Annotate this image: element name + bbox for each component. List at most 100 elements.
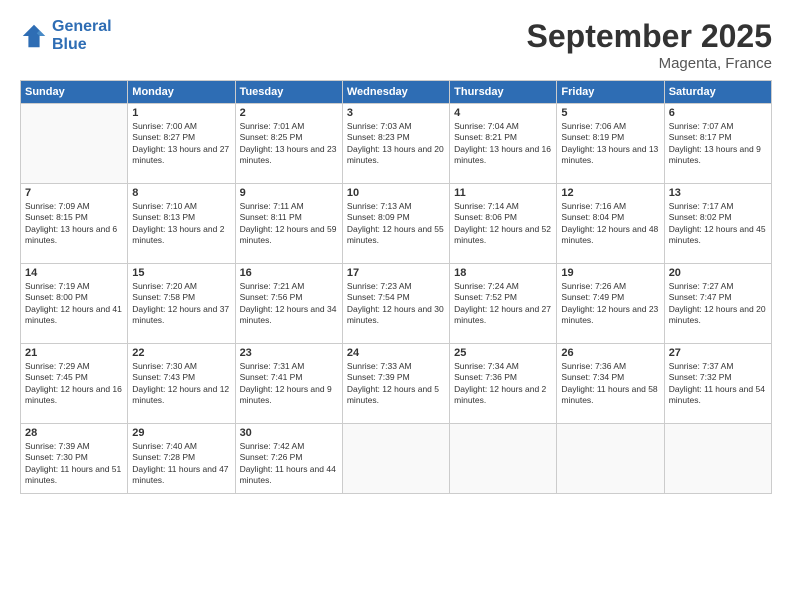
day-number: 25 xyxy=(454,347,552,359)
calendar-cell: 14 Sunrise: 7:19 AMSunset: 8:00 PMDayligh… xyxy=(21,264,128,344)
week-row-5: 28 Sunrise: 7:39 AMSunset: 7:30 PMDayligh… xyxy=(21,424,772,494)
weekday-header-wednesday: Wednesday xyxy=(342,81,449,104)
cell-info: Sunrise: 7:34 AMSunset: 7:36 PMDaylight:… xyxy=(454,361,552,407)
cell-info: Sunrise: 7:29 AMSunset: 7:45 PMDaylight:… xyxy=(25,361,123,407)
calendar-cell: 19Sunrise: 7:26 AMSunset: 7:49 PMDayligh… xyxy=(557,264,664,344)
day-number: 26 xyxy=(561,347,659,359)
week-row-3: 14 Sunrise: 7:19 AMSunset: 8:00 PMDayligh… xyxy=(21,264,772,344)
cell-info: Sunrise: 7:11 AMSunset: 8:11 PMDaylight:… xyxy=(240,201,338,247)
calendar-cell: 1 Sunrise: 7:00 AMSunset: 8:27 PMDaylight… xyxy=(128,104,235,184)
cell-info: Sunrise: 7:27 AMSunset: 7:47 PMDaylight:… xyxy=(669,281,767,327)
weekday-header-row: SundayMondayTuesdayWednesdayThursdayFrid… xyxy=(21,81,772,104)
cell-info: Sunrise: 7:31 AMSunset: 7:41 PMDaylight:… xyxy=(240,361,338,407)
title-block: September 2025 Magenta, France xyxy=(527,18,772,72)
day-number: 27 xyxy=(669,347,767,359)
logo-icon xyxy=(20,22,48,50)
calendar-cell: 20 Sunrise: 7:27 AMSunset: 7:47 PMDayligh… xyxy=(664,264,771,344)
day-number: 18 xyxy=(454,267,552,279)
day-number: 5 xyxy=(561,107,659,119)
day-number: 23 xyxy=(240,347,338,359)
logo: General Blue xyxy=(20,18,112,53)
day-number: 19 xyxy=(561,267,659,279)
day-number: 22 xyxy=(132,347,230,359)
cell-info: Sunrise: 7:33 AMSunset: 7:39 PMDaylight:… xyxy=(347,361,445,407)
weekday-header-tuesday: Tuesday xyxy=(235,81,342,104)
day-number: 28 xyxy=(25,427,123,439)
day-number: 11 xyxy=(454,187,552,199)
calendar-cell xyxy=(450,424,557,494)
day-number: 24 xyxy=(347,347,445,359)
calendar-cell: 6Sunrise: 7:07 AMSunset: 8:17 PMDaylight… xyxy=(664,104,771,184)
weekday-header-monday: Monday xyxy=(128,81,235,104)
day-number: 1 xyxy=(132,107,230,119)
calendar-cell: 7 Sunrise: 7:09 AMSunset: 8:15 PMDaylight… xyxy=(21,184,128,264)
logo-text: General Blue xyxy=(52,18,112,53)
cell-info: Sunrise: 7:07 AMSunset: 8:17 PMDaylight:… xyxy=(669,121,767,167)
calendar-cell xyxy=(557,424,664,494)
cell-info: Sunrise: 7:30 AMSunset: 7:43 PMDaylight:… xyxy=(132,361,230,407)
calendar-cell: 3Sunrise: 7:03 AMSunset: 8:23 PMDaylight… xyxy=(342,104,449,184)
cell-info: Sunrise: 7:10 AMSunset: 8:13 PMDaylight:… xyxy=(132,201,230,247)
calendar-cell: 16Sunrise: 7:21 AMSunset: 7:56 PMDayligh… xyxy=(235,264,342,344)
day-number: 8 xyxy=(132,187,230,199)
calendar-cell: 5 Sunrise: 7:06 AMSunset: 8:19 PMDaylight… xyxy=(557,104,664,184)
day-number: 12 xyxy=(561,187,659,199)
calendar-cell: 23 Sunrise: 7:31 AMSunset: 7:41 PMDayligh… xyxy=(235,344,342,424)
day-number: 14 xyxy=(25,267,123,279)
day-number: 7 xyxy=(25,187,123,199)
calendar-cell: 8 Sunrise: 7:10 AMSunset: 8:13 PMDaylight… xyxy=(128,184,235,264)
weekday-header-saturday: Saturday xyxy=(664,81,771,104)
weekday-header-thursday: Thursday xyxy=(450,81,557,104)
cell-info: Sunrise: 7:42 AMSunset: 7:26 PMDaylight:… xyxy=(240,441,338,487)
calendar-cell: 21 Sunrise: 7:29 AMSunset: 7:45 PMDayligh… xyxy=(21,344,128,424)
calendar-cell: 28 Sunrise: 7:39 AMSunset: 7:30 PMDayligh… xyxy=(21,424,128,494)
cell-info: Sunrise: 7:20 AMSunset: 7:58 PMDaylight:… xyxy=(132,281,230,327)
cell-info: Sunrise: 7:09 AMSunset: 8:15 PMDaylight:… xyxy=(25,201,123,247)
calendar-cell xyxy=(664,424,771,494)
cell-info: Sunrise: 7:03 AMSunset: 8:23 PMDaylight:… xyxy=(347,121,445,167)
cell-info: Sunrise: 7:00 AMSunset: 8:27 PMDaylight:… xyxy=(132,121,230,167)
day-number: 9 xyxy=(240,187,338,199)
day-number: 10 xyxy=(347,187,445,199)
calendar-cell: 22 Sunrise: 7:30 AMSunset: 7:43 PMDayligh… xyxy=(128,344,235,424)
calendar-cell: 26Sunrise: 7:36 AMSunset: 7:34 PMDayligh… xyxy=(557,344,664,424)
cell-info: Sunrise: 7:23 AMSunset: 7:54 PMDaylight:… xyxy=(347,281,445,327)
header: General Blue September 2025 Magenta, Fra… xyxy=(20,18,772,72)
calendar-cell: 25 Sunrise: 7:34 AMSunset: 7:36 PMDayligh… xyxy=(450,344,557,424)
calendar-cell: 29Sunrise: 7:40 AMSunset: 7:28 PMDayligh… xyxy=(128,424,235,494)
page: General Blue September 2025 Magenta, Fra… xyxy=(0,0,792,612)
week-row-4: 21 Sunrise: 7:29 AMSunset: 7:45 PMDayligh… xyxy=(21,344,772,424)
calendar-cell: 10 Sunrise: 7:13 AMSunset: 8:09 PMDayligh… xyxy=(342,184,449,264)
week-row-2: 7 Sunrise: 7:09 AMSunset: 8:15 PMDaylight… xyxy=(21,184,772,264)
calendar-cell: 24 Sunrise: 7:33 AMSunset: 7:39 PMDayligh… xyxy=(342,344,449,424)
cell-info: Sunrise: 7:14 AMSunset: 8:06 PMDaylight:… xyxy=(454,201,552,247)
calendar-table: SundayMondayTuesdayWednesdayThursdayFrid… xyxy=(20,80,772,494)
calendar-cell: 30 Sunrise: 7:42 AMSunset: 7:26 PMDayligh… xyxy=(235,424,342,494)
day-number: 29 xyxy=(132,427,230,439)
calendar-cell: 2 Sunrise: 7:01 AMSunset: 8:25 PMDaylight… xyxy=(235,104,342,184)
calendar-cell xyxy=(21,104,128,184)
calendar-cell xyxy=(342,424,449,494)
calendar-cell: 4 Sunrise: 7:04 AMSunset: 8:21 PMDaylight… xyxy=(450,104,557,184)
cell-info: Sunrise: 7:13 AMSunset: 8:09 PMDaylight:… xyxy=(347,201,445,247)
day-number: 2 xyxy=(240,107,338,119)
cell-info: Sunrise: 7:21 AMSunset: 7:56 PMDaylight:… xyxy=(240,281,338,327)
cell-info: Sunrise: 7:37 AMSunset: 7:32 PMDaylight:… xyxy=(669,361,767,407)
location: Magenta, France xyxy=(527,55,772,72)
cell-info: Sunrise: 7:06 AMSunset: 8:19 PMDaylight:… xyxy=(561,121,659,167)
calendar-cell: 17Sunrise: 7:23 AMSunset: 7:54 PMDayligh… xyxy=(342,264,449,344)
day-number: 13 xyxy=(669,187,767,199)
cell-info: Sunrise: 7:17 AMSunset: 8:02 PMDaylight:… xyxy=(669,201,767,247)
cell-info: Sunrise: 7:39 AMSunset: 7:30 PMDaylight:… xyxy=(25,441,123,487)
cell-info: Sunrise: 7:04 AMSunset: 8:21 PMDaylight:… xyxy=(454,121,552,167)
weekday-header-sunday: Sunday xyxy=(21,81,128,104)
day-number: 30 xyxy=(240,427,338,439)
calendar-cell: 13 Sunrise: 7:17 AMSunset: 8:02 PMDayligh… xyxy=(664,184,771,264)
day-number: 15 xyxy=(132,267,230,279)
day-number: 21 xyxy=(25,347,123,359)
cell-info: Sunrise: 7:01 AMSunset: 8:25 PMDaylight:… xyxy=(240,121,338,167)
cell-info: Sunrise: 7:19 AMSunset: 8:00 PMDaylight:… xyxy=(25,281,123,327)
day-number: 4 xyxy=(454,107,552,119)
day-number: 20 xyxy=(669,267,767,279)
cell-info: Sunrise: 7:16 AMSunset: 8:04 PMDaylight:… xyxy=(561,201,659,247)
